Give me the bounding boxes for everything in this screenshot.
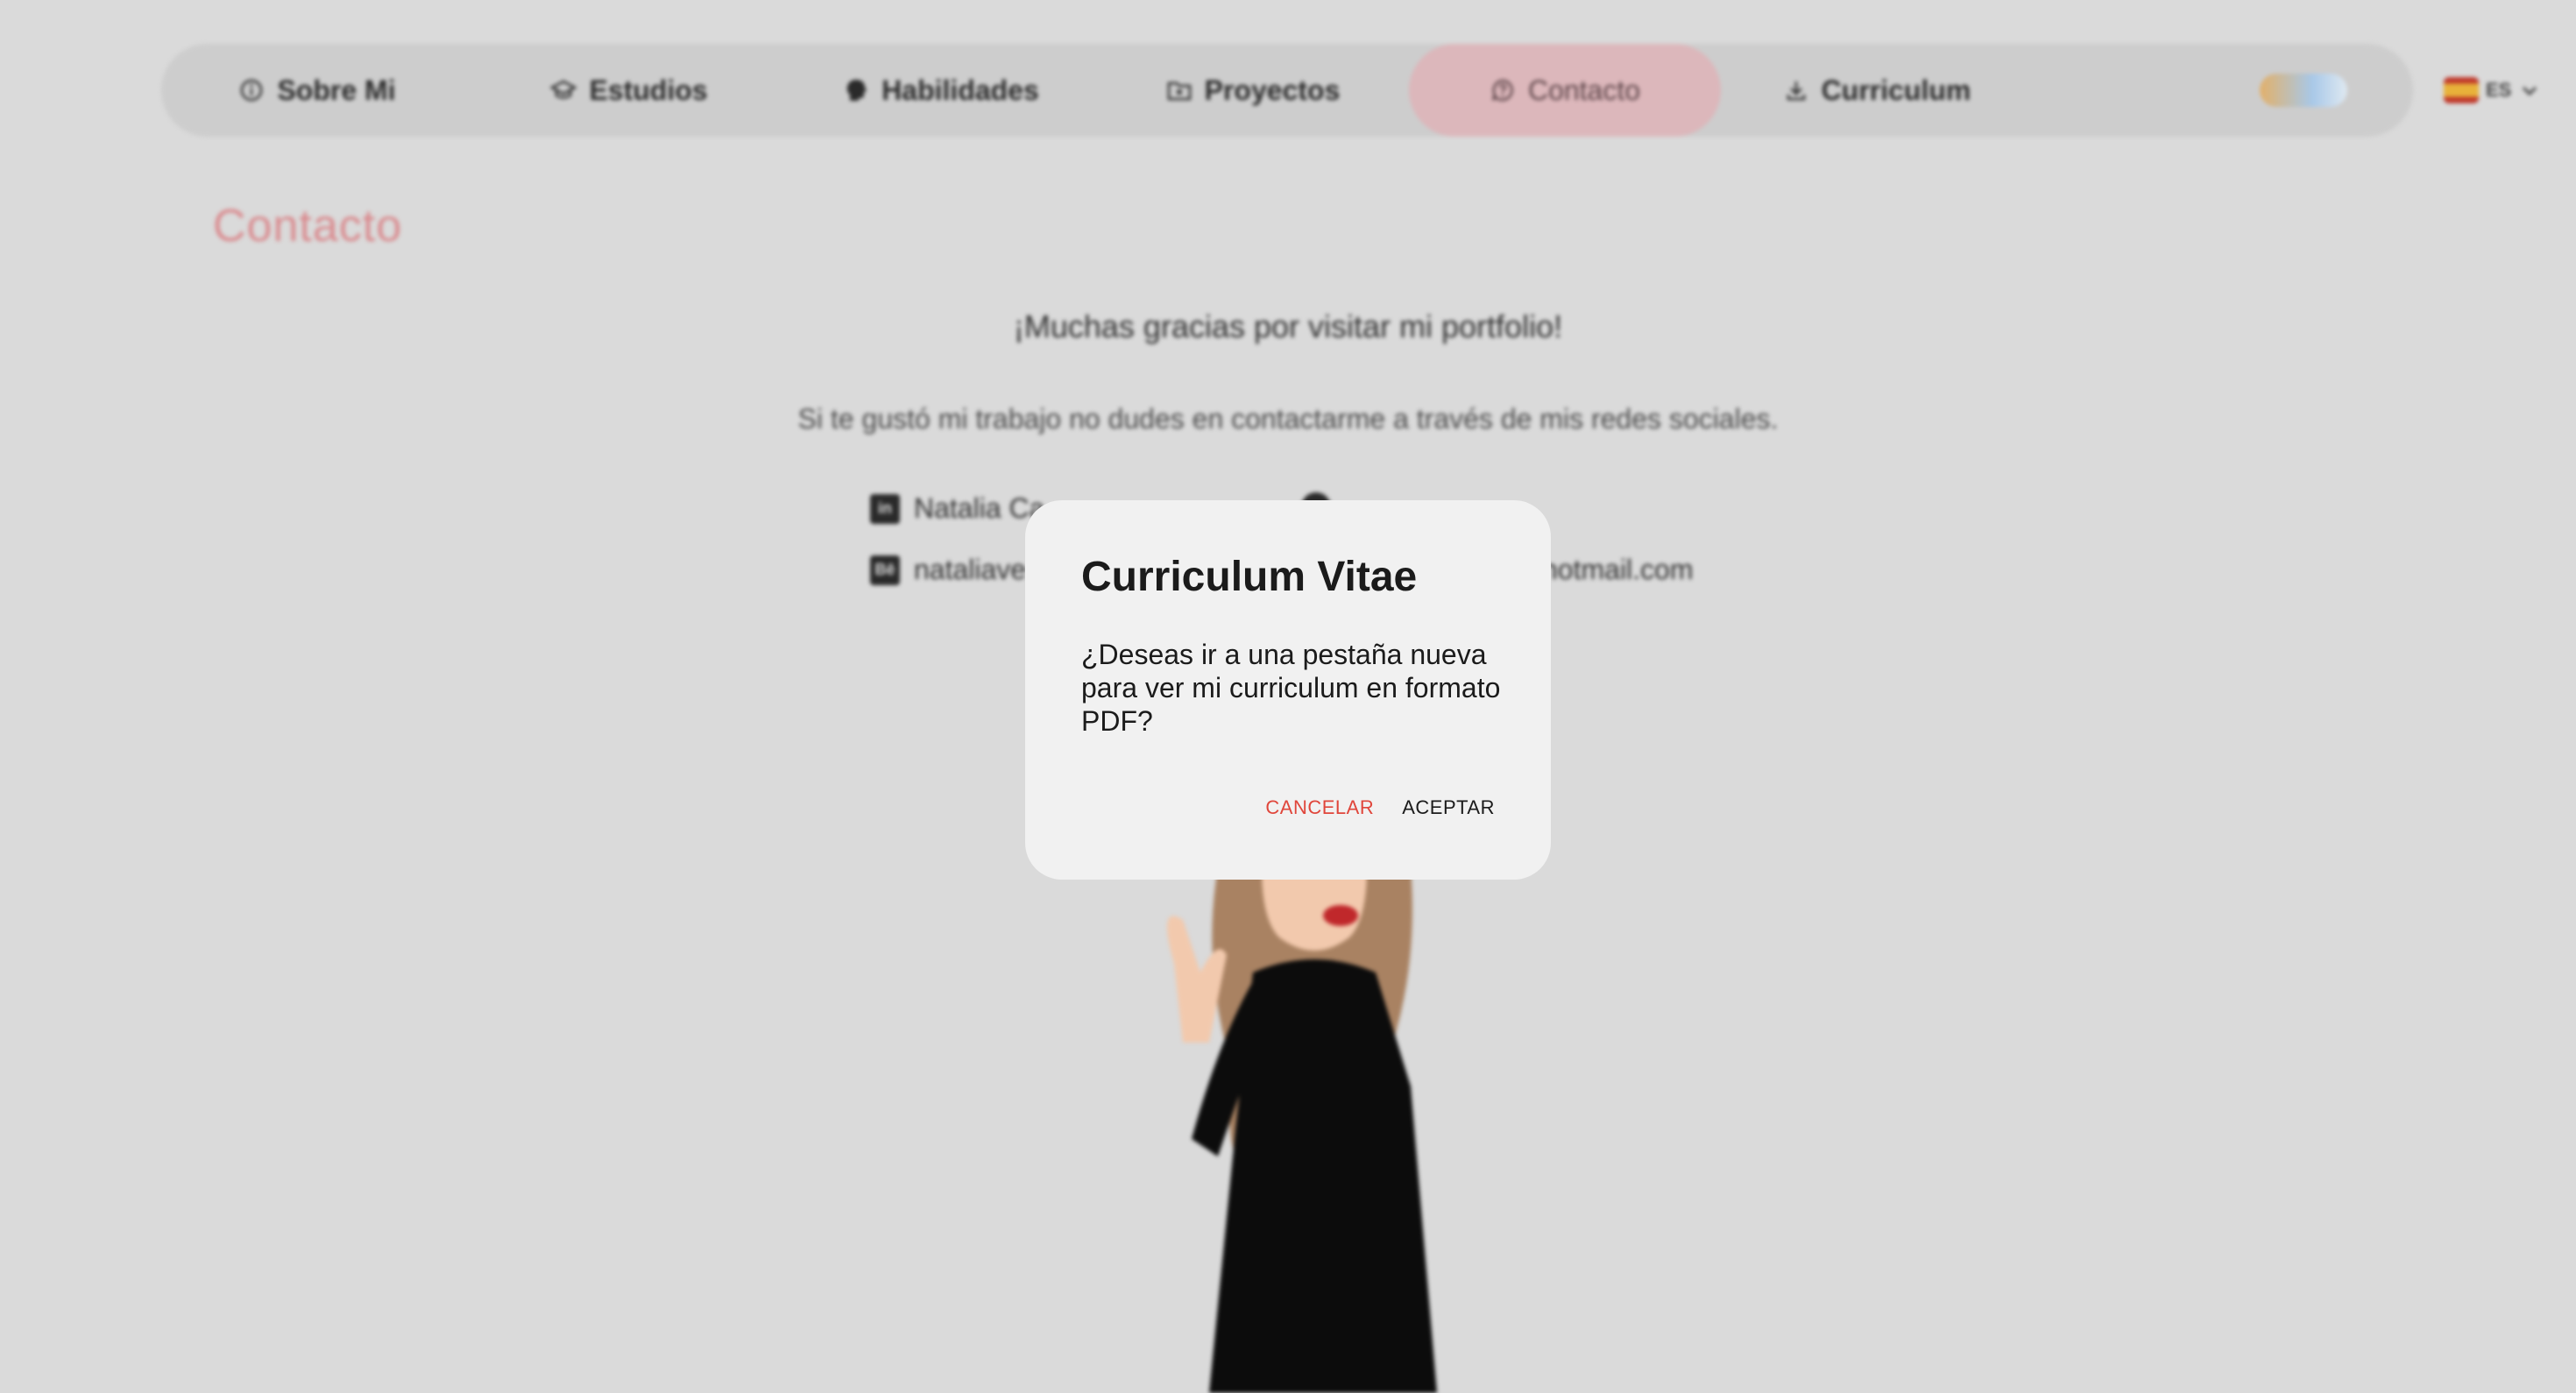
nav-label: Contacto [1527,74,1641,106]
contact-subtitle: Si te gustó mi trabajo no dudes en conta… [797,403,1779,435]
nav-label: Habilidades [881,74,1039,106]
linkedin-label: Natalia Ca [914,492,1045,524]
nav-item-proyectos[interactable]: Proyectos [1097,44,1409,137]
nav-item-estudios[interactable]: Estudios [473,44,785,137]
theme-toggle[interactable] [2260,74,2347,107]
behance-icon: Bē [870,555,900,585]
dialog-message: ¿Deseas ir a una pestaña nueva para ver … [1081,638,1501,737]
spain-flag-icon [2444,77,2479,103]
folder-icon [1166,77,1192,103]
nav-label: Curriculum [1821,74,1971,106]
language-code: ES [2486,79,2512,101]
nav-label: Estudios [589,74,708,106]
page-title: Contacto [213,201,403,251]
email-link[interactable]: hotmail.com [1542,554,1694,586]
nav-item-contacto[interactable]: Contacto [1409,44,1721,137]
email-label: hotmail.com [1542,554,1694,585]
brain-head-icon [843,77,869,103]
behance-link[interactable]: Bē nataliave [870,554,1026,586]
behance-label: nataliave [914,554,1027,585]
nav-label: Sobre Mi [277,74,396,106]
avatar-illustration [1167,867,1437,1393]
nav-item-curriculum[interactable]: Curriculum [1721,44,2033,137]
dialog-actions: CANCELAR ACEPTAR [1265,796,1495,819]
top-navbar: Sobre Mi Estudios Habilidades Proyectos … [161,44,2537,137]
thanks-heading: ¡Muchas gracias por visitar mi portfolio… [1013,308,1563,344]
question-chat-icon [1490,77,1516,103]
accept-button[interactable]: ACEPTAR [1402,796,1495,819]
nav-label: Proyectos [1204,74,1341,106]
dialog-title: Curriculum Vitae [1081,554,1418,600]
language-selector[interactable]: ES [2444,68,2537,112]
download-icon [1783,77,1809,103]
nav-item-sobre-mi[interactable]: Sobre Mi [161,44,473,137]
curriculum-dialog: Curriculum Vitae ¿Deseas ir a una pestañ… [1025,500,1551,880]
chevron-down-icon [2522,79,2537,102]
cancel-button[interactable]: CANCELAR [1265,796,1374,819]
nav-item-habilidades[interactable]: Habilidades [785,44,1097,137]
graduation-cap-icon [550,77,577,103]
info-circle-icon [238,77,265,103]
linkedin-link[interactable]: in Natalia Ca [870,492,1044,525]
linkedin-icon: in [870,493,900,524]
